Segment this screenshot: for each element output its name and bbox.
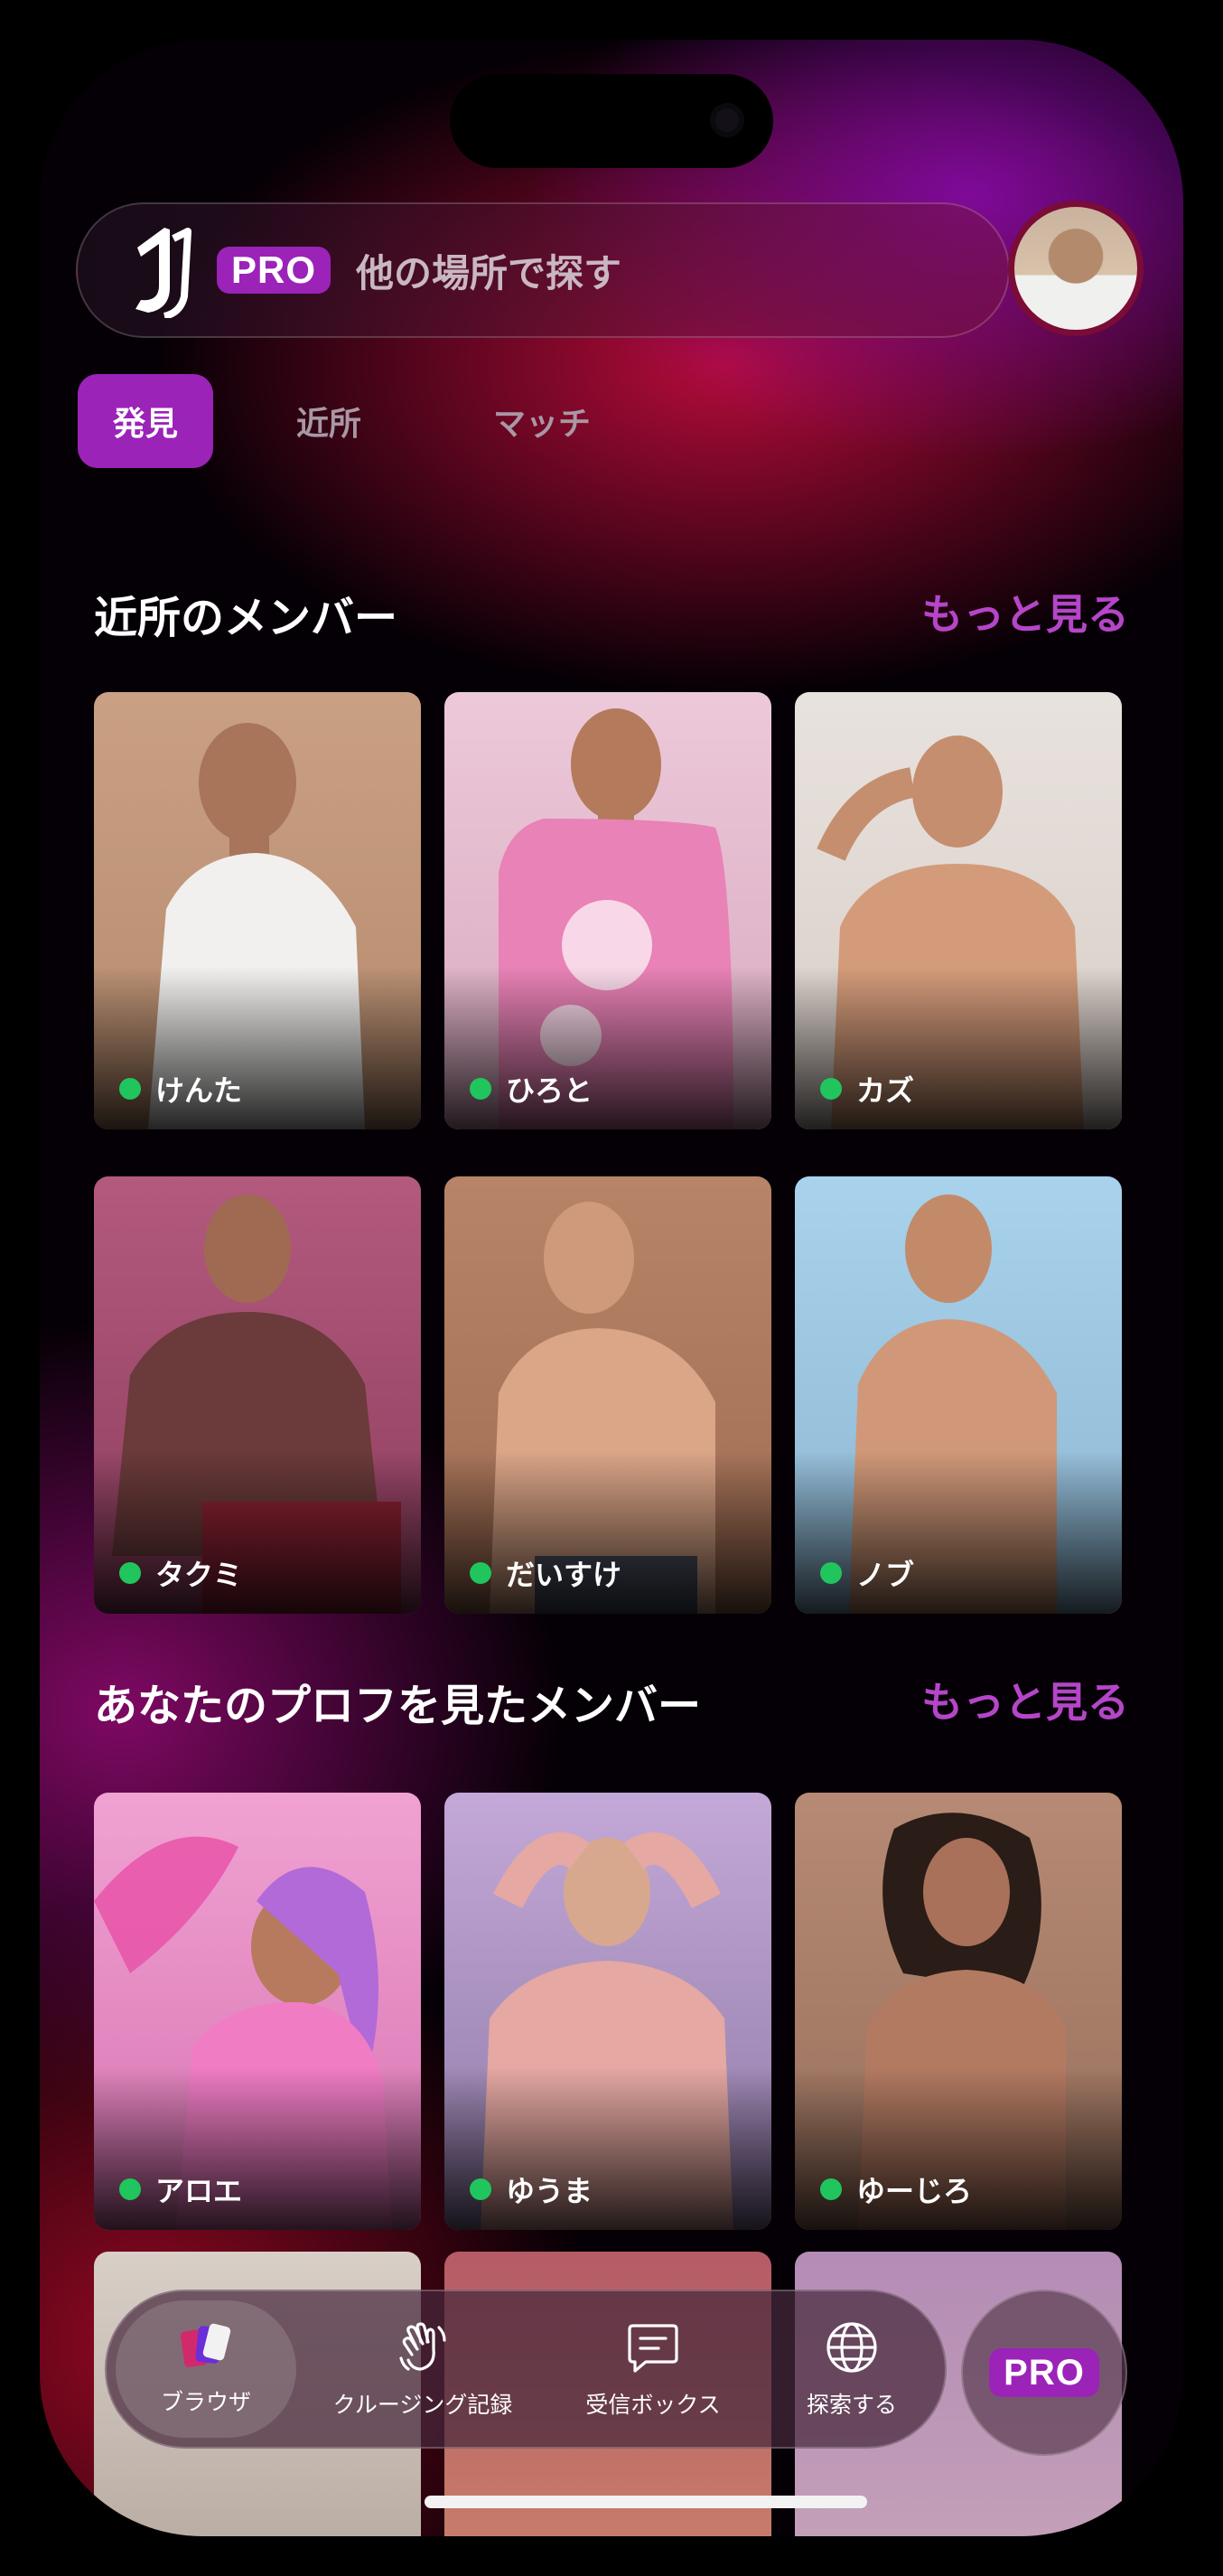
search-placeholder[interactable]: 他の場所で探す xyxy=(356,243,621,298)
section-title-nearby: 近所のメンバー xyxy=(94,593,398,643)
online-indicator xyxy=(119,1078,141,1100)
member-name: ひろと xyxy=(470,1068,593,1110)
message-icon xyxy=(628,2324,678,2373)
globe-icon xyxy=(826,2322,877,2373)
member-name: カズ xyxy=(820,1068,914,1110)
pro-badge: PRO xyxy=(989,2348,1099,2397)
member-card[interactable]: けんた xyxy=(94,692,421,1129)
member-card[interactable]: ゆーじろ xyxy=(795,1793,1122,2230)
online-indicator xyxy=(820,2178,842,2200)
member-name: タクミ xyxy=(119,1552,242,1594)
nav-item-explore[interactable]: 探索する xyxy=(766,2291,938,2447)
camera-dot xyxy=(710,103,744,137)
section-title-viewers: あなたのプロフを見たメンバー xyxy=(94,1681,702,1731)
wave-hand-icon xyxy=(399,2322,446,2371)
member-name-text: だいすけ xyxy=(506,1558,622,1592)
cards-icon xyxy=(180,2323,231,2367)
online-indicator xyxy=(470,1078,491,1100)
tab-match[interactable]: マッチ xyxy=(493,374,591,468)
member-name-text: カズ xyxy=(856,1073,915,1108)
online-indicator xyxy=(119,1562,141,1584)
member-name-text: アロエ xyxy=(155,2174,243,2208)
member-name-text: ノブ xyxy=(856,1558,915,1592)
pro-badge: PRO xyxy=(217,247,331,294)
member-card[interactable]: タクミ xyxy=(94,1176,421,1614)
online-indicator xyxy=(470,2178,491,2200)
nav-label: 受信ボックス xyxy=(585,2392,721,2418)
bottom-nav: ブラウザ クルージング記録 受信ボックス 探索する xyxy=(105,2290,947,2449)
nav-item-cruising[interactable]: クルージング記録 xyxy=(305,2291,540,2447)
home-indicator[interactable] xyxy=(425,2496,867,2508)
member-name: ゆーじろ xyxy=(820,2169,972,2210)
online-indicator xyxy=(820,1078,842,1100)
online-indicator xyxy=(820,1562,842,1584)
user-avatar[interactable] xyxy=(1008,201,1144,336)
nav-label: クルージング記録 xyxy=(332,2392,513,2418)
screen: PRO 他の場所で探す 発見 近所 マッチ 近所のメンバー もっと見る けんた … xyxy=(40,40,1183,2536)
top-tabs: 発見 近所 マッチ xyxy=(78,374,591,468)
pro-button[interactable]: PRO xyxy=(961,2290,1127,2456)
member-name: アロエ xyxy=(119,2169,242,2210)
member-name: ノブ xyxy=(820,1552,914,1594)
tab-discover[interactable]: 発見 xyxy=(78,374,213,468)
member-name: けんた xyxy=(119,1068,242,1110)
member-name-text: ゆうま xyxy=(506,2174,593,2208)
member-card[interactable]: ゆうま xyxy=(444,1793,771,2230)
nav-item-inbox[interactable]: 受信ボックス xyxy=(558,2291,748,2447)
member-name: だいすけ xyxy=(470,1552,621,1594)
app-logo-icon xyxy=(135,228,191,318)
member-card[interactable]: だいすけ xyxy=(444,1176,771,1614)
online-indicator xyxy=(470,1562,491,1584)
member-card[interactable]: ノブ xyxy=(795,1176,1122,1614)
member-name: ゆうま xyxy=(470,2169,593,2210)
search-bar[interactable]: PRO 他の場所で探す xyxy=(76,202,1010,338)
nav-label: 探索する xyxy=(806,2392,897,2418)
nav-item-browse[interactable]: ブラウザ xyxy=(116,2291,296,2447)
member-card[interactable]: ひろと xyxy=(444,692,771,1129)
phone-frame: PRO 他の場所で探す 発見 近所 マッチ 近所のメンバー もっと見る けんた … xyxy=(0,0,1223,2576)
member-card[interactable]: カズ xyxy=(795,692,1122,1129)
member-name-text: けんた xyxy=(155,1073,243,1108)
member-card[interactable]: アロエ xyxy=(94,1793,421,2230)
member-name-text: ひろと xyxy=(506,1073,593,1108)
online-indicator xyxy=(119,2178,141,2200)
member-name-text: タクミ xyxy=(155,1558,243,1592)
tab-nearby[interactable]: 近所 xyxy=(296,374,361,468)
nav-label: ブラウザ xyxy=(160,2389,251,2415)
more-link-viewers[interactable]: もっと見る xyxy=(921,1670,1129,1729)
more-link-nearby[interactable]: もっと見る xyxy=(921,582,1129,642)
member-name-text: ゆーじろ xyxy=(856,2174,973,2208)
